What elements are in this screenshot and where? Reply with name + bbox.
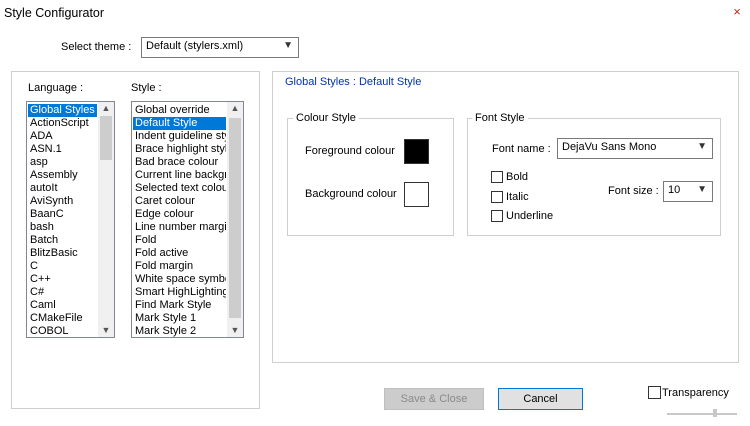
transparency-label: Transparency <box>662 387 729 399</box>
language-list-item[interactable]: C# <box>28 286 97 299</box>
language-list[interactable]: Global Styles ActionScript ADA ASN.1 asp Asse… <box>26 101 115 338</box>
transparency-slider[interactable] <box>667 413 737 415</box>
language-list-item[interactable]: BaanC <box>28 208 97 221</box>
language-list-item[interactable]: autoIt <box>28 182 97 195</box>
language-scrollbar[interactable]: ▲ ▼ <box>98 102 114 337</box>
background-colour-label: Background colour <box>305 188 397 200</box>
chevron-down-icon: ▼ <box>697 141 707 152</box>
underline-checkbox[interactable] <box>491 210 503 222</box>
transparency-checkbox[interactable] <box>648 386 661 399</box>
window-title: Style Configurator <box>4 6 105 20</box>
font-size-label: Font size : <box>608 185 659 197</box>
style-list-item[interactable]: Default Style <box>133 117 226 130</box>
underline-label: Underline <box>506 210 554 222</box>
language-list-item[interactable]: COBOL <box>28 325 97 337</box>
scroll-up-icon[interactable]: ▲ <box>98 102 114 115</box>
bold-checkbox[interactable] <box>491 171 503 183</box>
font-name-select[interactable]: DejaVu Sans Mono ▼ <box>557 138 713 159</box>
close-button[interactable]: × <box>727 2 747 22</box>
language-scroll-thumb[interactable] <box>100 116 112 160</box>
scroll-up-icon[interactable]: ▲ <box>227 102 243 115</box>
save-close-button[interactable]: Save & Close <box>384 388 484 410</box>
scroll-down-icon[interactable]: ▼ <box>227 324 243 337</box>
style-list-item[interactable]: Mark Style 2 <box>133 325 226 337</box>
style-list-item[interactable]: Mark Style 1 <box>133 312 226 325</box>
language-list-item[interactable]: Caml <box>28 299 97 312</box>
font-size-value: 10 <box>668 184 681 196</box>
cancel-button[interactable]: Cancel <box>498 388 583 410</box>
style-list-item[interactable]: Find Mark Style <box>133 299 226 312</box>
language-list-item[interactable]: ActionScript <box>28 117 97 130</box>
style-scroll-thumb[interactable] <box>229 118 241 318</box>
select-theme-label: Select theme : <box>61 41 132 53</box>
style-list-item[interactable]: Bad brace colour <box>133 156 226 169</box>
language-list-item[interactable]: bash <box>28 221 97 234</box>
scroll-down-icon[interactable]: ▼ <box>98 324 114 337</box>
theme-select-value: Default (stylers.xml) <box>146 40 244 52</box>
style-list-item[interactable]: Smart HighLighting <box>133 286 226 299</box>
language-list-item[interactable]: C++ <box>28 273 97 286</box>
style-list-item[interactable]: Selected text colour <box>133 182 226 195</box>
chevron-down-icon: ▼ <box>697 184 707 195</box>
language-list-item[interactable]: ADA <box>28 130 97 143</box>
language-list-item[interactable]: Global Styles <box>28 104 97 117</box>
language-list-item[interactable]: Batch <box>28 234 97 247</box>
style-list-item[interactable]: Current line background <box>133 169 226 182</box>
style-list-item[interactable]: Fold <box>133 234 226 247</box>
language-label: Language : <box>28 82 84 94</box>
style-list-item[interactable]: Fold active <box>133 247 226 260</box>
transparency-slider-thumb[interactable] <box>713 409 717 417</box>
colour-style-legend: Colour Style <box>293 112 359 124</box>
font-name-value: DejaVu Sans Mono <box>562 141 657 153</box>
italic-checkbox[interactable] <box>491 191 503 203</box>
chevron-down-icon: ▼ <box>283 40 293 51</box>
language-list-item[interactable]: ASN.1 <box>28 143 97 156</box>
details-title: Global Styles : Default Style <box>285 76 422 88</box>
language-list-item[interactable]: C <box>28 260 97 273</box>
style-list-item[interactable]: Edge colour <box>133 208 226 221</box>
font-size-select[interactable]: 10 ▼ <box>663 181 713 202</box>
italic-label: Italic <box>506 191 529 203</box>
language-list-item[interactable]: BlitzBasic <box>28 247 97 260</box>
close-icon: × <box>733 4 741 19</box>
style-list-item[interactable]: Fold margin <box>133 260 226 273</box>
style-label: Style : <box>131 82 162 94</box>
language-list-item[interactable]: CMakeFile <box>28 312 97 325</box>
language-list-item[interactable]: AviSynth <box>28 195 97 208</box>
theme-select[interactable]: Default (stylers.xml) ▼ <box>141 37 299 58</box>
style-list[interactable]: Global override Default Style Indent guide… <box>131 101 244 338</box>
bold-label: Bold <box>506 171 529 183</box>
style-list-item[interactable]: Global override <box>133 104 226 117</box>
style-scrollbar[interactable]: ▲ ▼ <box>227 102 243 337</box>
style-list-item[interactable]: Brace highlight style <box>133 143 226 156</box>
language-list-item[interactable]: Assembly <box>28 169 97 182</box>
foreground-colour-label: Foreground colour <box>305 145 395 157</box>
style-list-item[interactable]: Indent guideline style <box>133 130 226 143</box>
font-name-label: Font name : <box>492 143 551 155</box>
language-list-item[interactable]: asp <box>28 156 97 169</box>
style-list-item[interactable]: Line number margin <box>133 221 226 234</box>
background-colour-swatch[interactable] <box>404 182 429 207</box>
font-style-legend: Font Style <box>472 112 528 124</box>
colour-style-group <box>287 118 454 236</box>
style-list-item[interactable]: White space symbol <box>133 273 226 286</box>
foreground-colour-swatch[interactable] <box>404 139 429 164</box>
style-list-item[interactable]: Caret colour <box>133 195 226 208</box>
